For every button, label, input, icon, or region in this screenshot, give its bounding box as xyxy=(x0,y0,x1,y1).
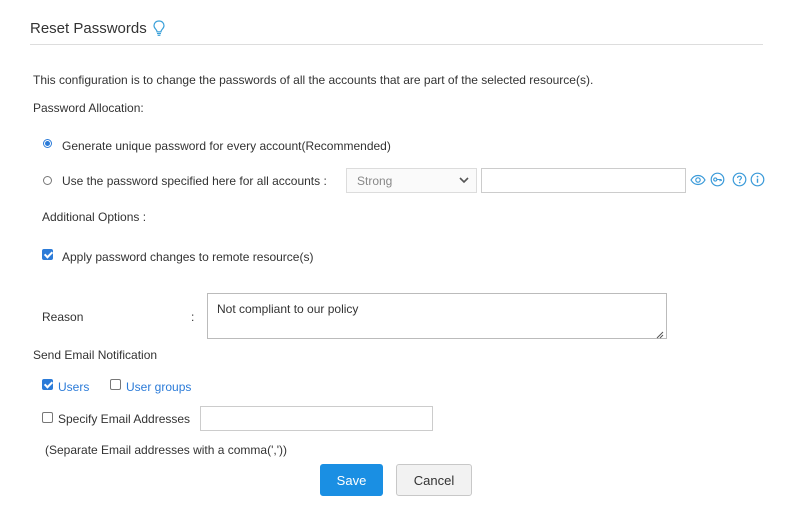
user-groups-checkbox[interactable] xyxy=(110,379,121,390)
specify-email-label[interactable]: Specify Email Addresses xyxy=(58,412,190,426)
email-hint-text: (Separate Email addresses with a comma('… xyxy=(45,443,287,457)
specify-email-checkbox[interactable] xyxy=(42,412,53,423)
apply-remote-label[interactable]: Apply password changes to remote resourc… xyxy=(62,250,313,264)
radio-unique-password-label[interactable]: Generate unique password for every accou… xyxy=(62,139,391,153)
reason-textarea[interactable]: Not compliant to our policy xyxy=(207,293,667,339)
reason-colon: : xyxy=(191,310,195,324)
help-icon[interactable] xyxy=(732,172,747,190)
radio-specified-password-label[interactable]: Use the password specified here for all … xyxy=(62,174,327,188)
additional-options-label: Additional Options : xyxy=(42,210,147,224)
password-allocation-label: Password Allocation: xyxy=(33,101,144,115)
user-groups-label[interactable]: User groups xyxy=(126,380,191,394)
password-policy-value: Strong xyxy=(357,173,393,188)
generate-password-icon[interactable] xyxy=(710,172,725,190)
password-policy-select[interactable]: Strong xyxy=(346,168,477,193)
save-button[interactable]: Save xyxy=(320,464,383,496)
users-label[interactable]: Users xyxy=(58,380,89,394)
apply-remote-checkbox[interactable] xyxy=(42,249,53,260)
header-divider xyxy=(30,44,763,45)
resize-handle-icon[interactable] xyxy=(656,328,664,339)
chevron-down-icon xyxy=(458,173,470,190)
info-icon[interactable] xyxy=(750,172,765,190)
radio-unique-password[interactable] xyxy=(43,139,52,148)
eye-icon[interactable] xyxy=(690,173,706,190)
page-header: Reset Passwords xyxy=(30,20,165,37)
radio-specified-password[interactable] xyxy=(43,176,52,185)
reason-label: Reason xyxy=(42,310,84,324)
reason-value: Not compliant to our policy xyxy=(217,302,359,316)
description-text: This configuration is to change the pass… xyxy=(33,73,594,87)
password-input[interactable] xyxy=(481,168,686,193)
lightbulb-icon[interactable] xyxy=(153,20,165,37)
email-addresses-input[interactable] xyxy=(200,406,433,431)
cancel-button[interactable]: Cancel xyxy=(396,464,472,496)
users-checkbox[interactable] xyxy=(42,379,53,390)
email-notification-label: Send Email Notification xyxy=(33,348,158,362)
page-title: Reset Passwords xyxy=(30,20,147,37)
